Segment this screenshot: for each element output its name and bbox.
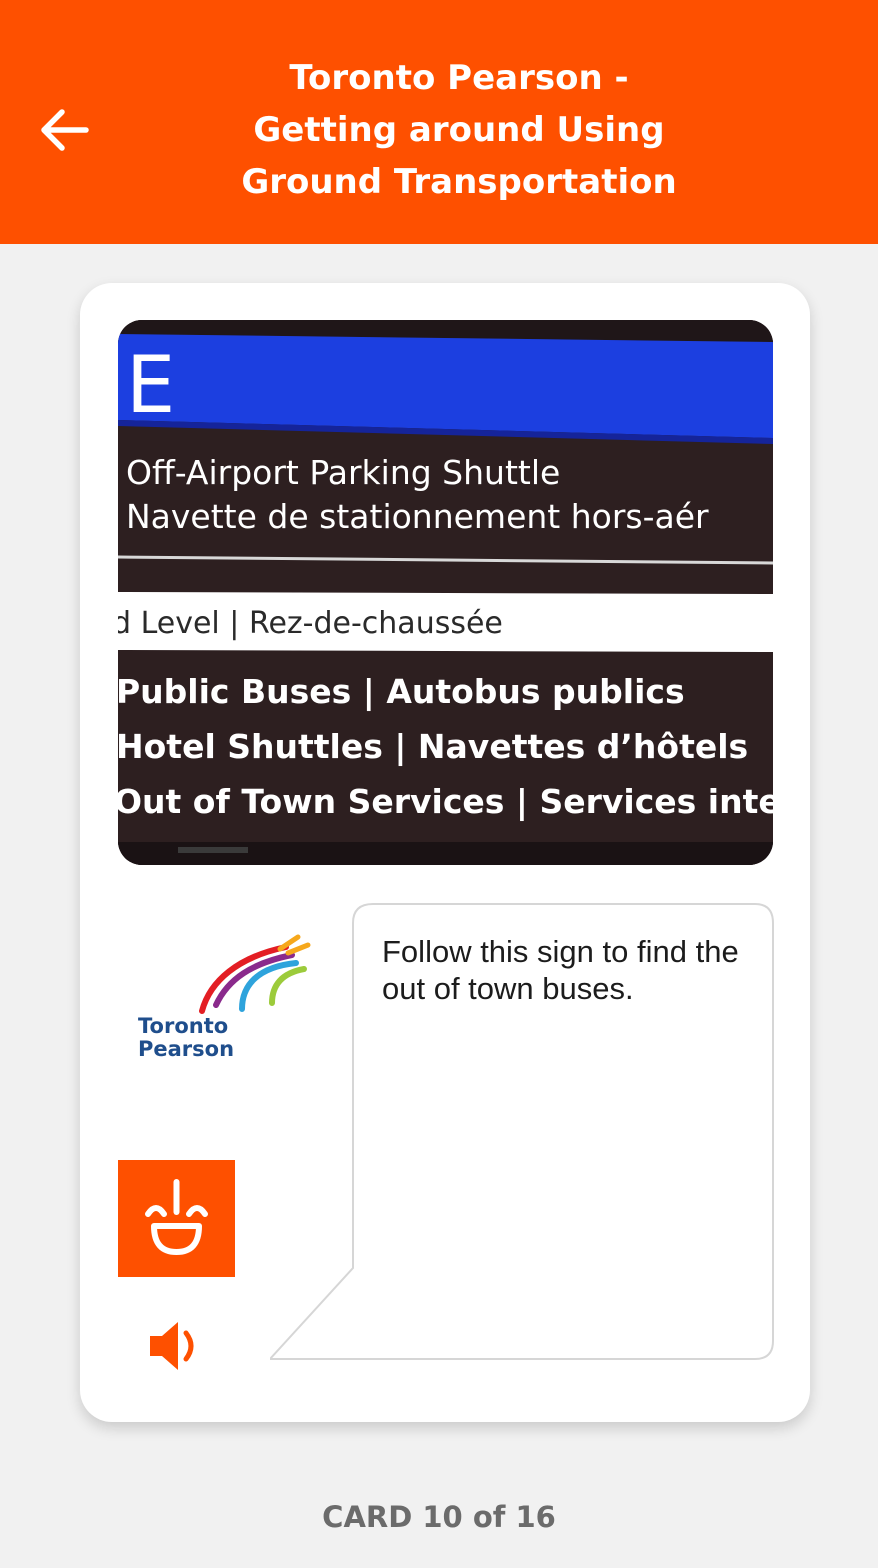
app-header: Toronto Pearson - Getting around Using G… bbox=[0, 0, 878, 244]
speaker-button[interactable] bbox=[146, 1319, 206, 1373]
sign-line-4: Public Buses | Autobus publics bbox=[118, 672, 685, 711]
card-counter: CARD 10 of 16 bbox=[322, 1500, 556, 1534]
speech-text: Follow this sign to find the out of town… bbox=[382, 934, 739, 1006]
back-button[interactable] bbox=[36, 102, 92, 158]
sign-photo: E Off-Airport Parking Shuttle Navette de… bbox=[118, 320, 773, 865]
sign-line-1: Off-Airport Parking Shuttle bbox=[126, 453, 560, 492]
logo-line-1: Toronto bbox=[138, 1014, 229, 1038]
story-card: E Off-Airport Parking Shuttle Navette de… bbox=[80, 283, 810, 1422]
smiling-face-icon bbox=[145, 1179, 208, 1255]
sign-line-3: d Level | Rez-de-chaussée bbox=[118, 606, 503, 641]
sign-line-2: Navette de stationnement hors-aér bbox=[126, 497, 709, 536]
title-line-2: Getting around Using bbox=[253, 110, 665, 150]
title-line-3: Ground Transportation bbox=[241, 162, 677, 202]
sign-line-6: Out of Town Services | Services inte bbox=[118, 782, 773, 821]
sign-letter: E bbox=[126, 341, 175, 431]
logo-line-2: Pearson bbox=[138, 1037, 235, 1061]
title-line-1: Toronto Pearson - bbox=[289, 58, 629, 98]
sign-line-5: Hotel Shuttles | Navettes d’hôtels bbox=[118, 727, 748, 766]
page-title: Toronto Pearson - Getting around Using G… bbox=[150, 52, 768, 208]
speaker-icon bbox=[150, 1322, 194, 1370]
companion-button[interactable] bbox=[118, 1160, 235, 1277]
arrow-left-icon bbox=[41, 109, 89, 151]
